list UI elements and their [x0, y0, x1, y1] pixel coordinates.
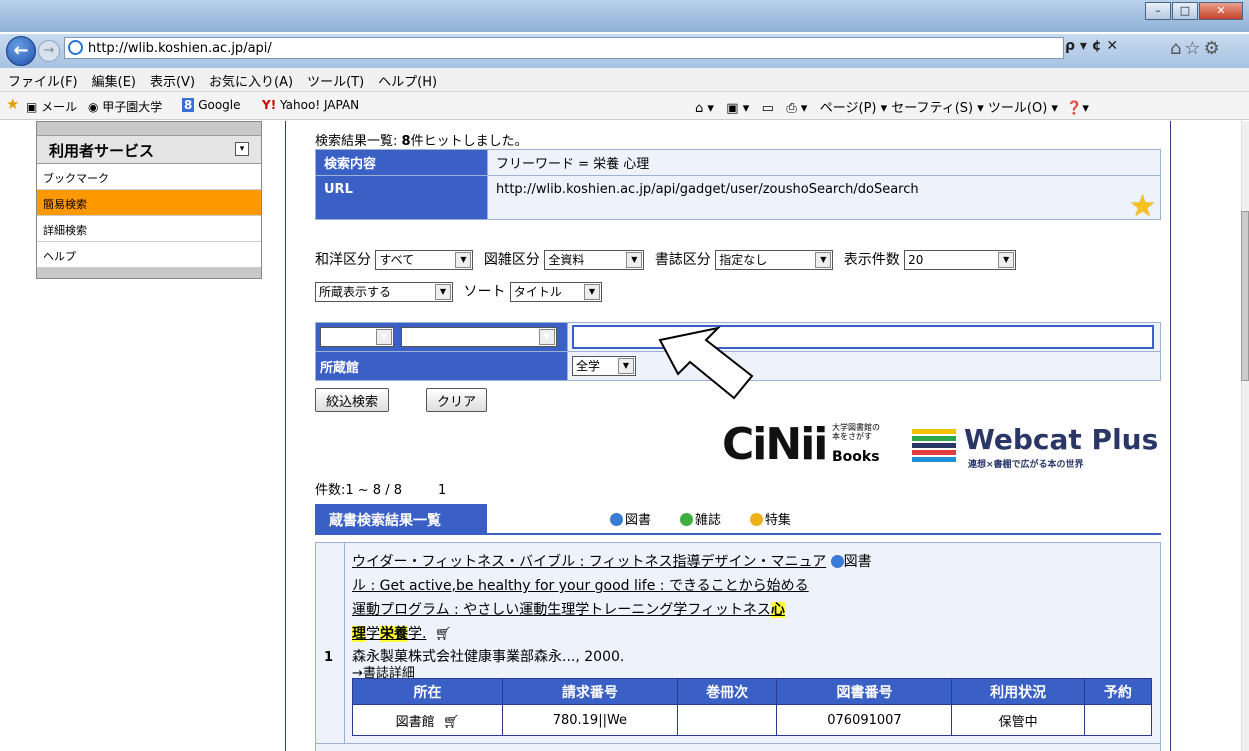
cinii-books-logo[interactable]: CiNii 大学図書館の 本をさがす Books — [722, 419, 880, 470]
book-dot-icon — [610, 513, 623, 526]
col-status: 利用状況 — [951, 678, 1085, 705]
fav-koshien[interactable]: ◉ 甲子園大学 — [88, 98, 162, 115]
next-result-item — [315, 743, 1161, 751]
sidebar-item-help[interactable]: ヘルプ — [37, 242, 261, 268]
close-button[interactable]: ✕ — [1199, 2, 1243, 20]
left-column: 利用者サービス ▾ ブックマーク 簡易検索 詳細検索 ヘルプ — [8, 121, 286, 751]
scrollbar-thumb[interactable] — [1241, 211, 1249, 381]
menu-help[interactable]: ヘルプ(H) — [370, 68, 443, 90]
fav-mail[interactable]: ▣ メール — [26, 98, 77, 115]
command-bar[interactable]: ⌂ ▾ ▣ ▾ ▭ ⎙ ▾ ページ(P) ▾ セーフティ(S) ▾ ツール(O)… — [695, 97, 1089, 116]
result-number: 1 — [324, 650, 334, 665]
result-title-line3[interactable]: 運動プログラム : やさしい運動生理学トレーニング学フィットネス心 — [352, 602, 785, 618]
special-dot-icon — [749, 513, 763, 526]
table-row: 図書館 🛒︎ 780.19||We 076091007 保管中 — [352, 704, 1153, 736]
filter-options-row1: 和洋区分 すべて ▼ 図雑区分 全資料 ▼ 書誌区分 指定なし ▼ 表示件数 20 ▼ — [315, 249, 1022, 270]
home-star-gear-icons[interactable]: ⌂☆⚙ — [1170, 38, 1223, 59]
cart-icon[interactable]: 🛒︎ — [443, 715, 460, 730]
sidebar-item-advanced-search[interactable]: 詳細検索 — [37, 216, 261, 242]
col-reserve: 予約 — [1083, 678, 1153, 705]
url-value: http://wlib.koshien.ac.jp/api/gadget/use… — [487, 175, 1161, 220]
user-services-heading: 利用者サービス ▾ — [37, 136, 261, 164]
menu-edit[interactable]: 編集(E) — [84, 68, 142, 90]
type-filter-links: 図書 雑誌 特集 — [610, 509, 791, 528]
collapse-icon[interactable]: ▾ — [235, 142, 249, 156]
cart-icon[interactable]: 🛒︎ — [435, 627, 452, 642]
forward-arrow-icon[interactable]: → — [38, 40, 60, 62]
library-label: 所蔵館 — [315, 351, 568, 381]
page-viewport: 利用者サービス ▾ ブックマーク 簡易検索 詳細検索 ヘルプ 検索結果一覧: 8… — [0, 121, 1249, 751]
bookmark-star-icon[interactable]: ★ — [1129, 189, 1156, 224]
page-number[interactable]: 1 — [438, 483, 446, 498]
boolean-operator-select[interactable]: AND ▼ — [320, 327, 394, 347]
ie-page-icon — [68, 40, 83, 55]
address-tools[interactable]: ρ ▾ ¢ ✕ — [1065, 38, 1118, 54]
url-label: URL — [315, 175, 488, 220]
minimize-button[interactable]: – — [1145, 2, 1171, 20]
menu-view[interactable]: 表示(V) — [142, 68, 201, 90]
vertical-scrollbar[interactable] — [1241, 121, 1249, 751]
result-title-line4[interactable]: 理学栄養学. — [352, 626, 426, 642]
book-type-icon — [830, 555, 844, 568]
search-field-select[interactable]: フリーワード ▼ — [400, 327, 557, 347]
back-arrow-icon[interactable]: ← — [6, 36, 36, 66]
wayo-select[interactable]: すべて ▼ — [375, 250, 474, 270]
filter-special[interactable]: 特集 — [749, 513, 791, 528]
col-call-number: 請求番号 — [502, 678, 678, 705]
shoshi-select[interactable]: 指定なし ▼ — [715, 250, 834, 270]
filter-journal[interactable]: 雑誌 — [679, 513, 721, 528]
zuzatsu-select[interactable]: 全資料 ▼ — [544, 250, 645, 270]
narrow-search-button[interactable]: 絞込検索 — [315, 388, 390, 412]
fav-yahoo[interactable]: Y! Yahoo! JAPAN — [262, 98, 359, 112]
results-tab[interactable]: 蔵書検索結果一覧 — [315, 504, 487, 534]
result-item: 1 ウイダー・フィットネス・バイブル : フィットネス指導デザイン・マニュア 図… — [315, 542, 1161, 751]
col-location: 所在 — [352, 678, 503, 705]
menu-file[interactable]: ファイル(F) — [0, 68, 84, 90]
result-count: 件数:1 ~ 8 / 81 — [315, 483, 447, 498]
col-volume: 巻冊次 — [676, 678, 778, 705]
address-url[interactable]: http://wlib.koshien.ac.jp/api/ — [88, 41, 272, 56]
journal-dot-icon — [679, 513, 693, 526]
holding-display-select[interactable]: 所蔵表示する ▼ — [315, 282, 453, 302]
query-label: 検索内容 — [315, 149, 488, 176]
favorites-star-icon[interactable]: ★ — [6, 95, 19, 113]
filter-options-row2: 所蔵表示する ▼ ソート タイトル ▼ — [315, 281, 608, 302]
col-book-number: 図書番号 — [776, 678, 953, 705]
window-titlebar: – □ ✕ — [0, 0, 1249, 32]
search-condition-table: 検索内容 フリーワード = 栄養 心理 URL http://wlib.kosh… — [315, 149, 1161, 220]
library-select[interactable]: 全学 ▼ — [572, 356, 636, 376]
query-value: フリーワード = 栄養 心理 — [487, 149, 1161, 176]
sidebar-item-simple-search[interactable]: 簡易検索 — [37, 190, 261, 216]
webcat-bars-icon — [912, 429, 956, 464]
holdings-table: 所在 請求番号 巻冊次 図書番号 利用状況 予約 図書館 🛒︎ 780.19||… — [352, 678, 1153, 736]
sidebar-item-bookmark[interactable]: ブックマーク — [37, 164, 261, 190]
display-count-select[interactable]: 20 ▼ — [904, 250, 1017, 270]
fav-google[interactable]: 8 Google — [182, 98, 241, 112]
filter-book[interactable]: 図書 — [610, 513, 651, 528]
main-content: 検索結果一覧: 8件ヒットしました。 検索内容 フリーワード = 栄養 心理 U… — [302, 121, 1170, 751]
result-title-line2[interactable]: ル : Get active,be healthy for your good … — [352, 578, 809, 594]
menu-tools[interactable]: ツール(T) — [299, 68, 370, 90]
clear-button[interactable]: クリア — [426, 388, 488, 412]
hit-summary: 検索結果一覧: 8件ヒットしました。 — [315, 134, 528, 149]
favorites-bar: ★ ▣ メール ◉ 甲子園大学 8 Google Y! Yahoo! JAPAN… — [0, 92, 1249, 120]
result-title-link[interactable]: ウイダー・フィットネス・バイブル : フィットネス指導デザイン・マニュア — [352, 554, 826, 570]
maximize-button[interactable]: □ — [1172, 2, 1198, 20]
user-services-panel: 利用者サービス ▾ ブックマーク 簡易検索 詳細検索 ヘルプ — [36, 121, 262, 279]
sort-select[interactable]: タイトル ▼ — [509, 282, 602, 302]
menu-bar: ファイル(F) 編集(E) 表示(V) お気に入り(A) ツール(T) ヘルプ(H) — [0, 68, 1249, 92]
menu-favorites[interactable]: お気に入り(A) — [201, 68, 299, 90]
pointer-arrow-icon — [658, 326, 754, 400]
